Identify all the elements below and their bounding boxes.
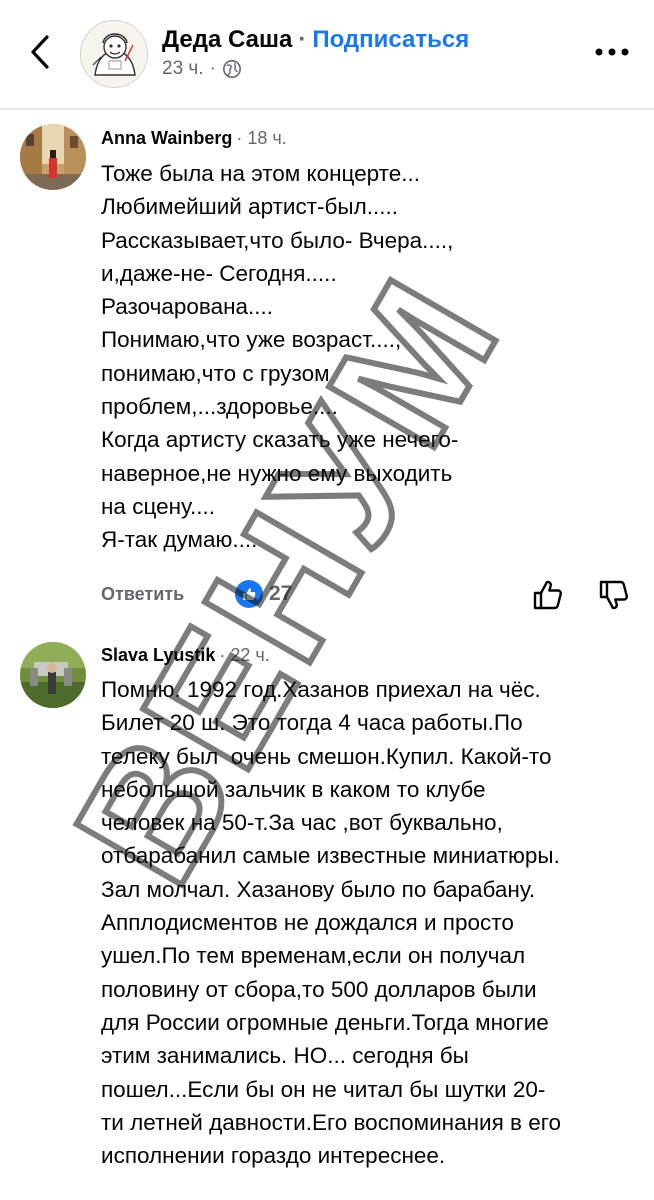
globe-icon [222, 60, 241, 78]
more-options-button[interactable] [592, 38, 632, 66]
upvote-button[interactable] [531, 578, 565, 612]
comment-author-row: Slava Lyustik · 22 ч. [101, 645, 270, 666]
comment-text: Тоже была на этом концерте... Любимейший… [101, 161, 459, 553]
comment-actions: Ответить 27 [101, 578, 641, 612]
back-button[interactable] [22, 30, 58, 74]
header-divider [0, 108, 654, 110]
thumb-down-icon [599, 580, 628, 610]
chevron-left-icon [31, 35, 49, 69]
reaction-summary[interactable]: 27 [235, 580, 292, 608]
commenter-avatar[interactable] [20, 642, 86, 708]
post-meta: 23 ч. · [162, 58, 242, 80]
commenter-avatar[interactable] [20, 124, 86, 190]
page-title-row: Деда Саша · Подписаться [162, 26, 469, 54]
subscribe-button[interactable]: Подписаться [312, 26, 469, 53]
like-icon [235, 580, 263, 608]
comment-author[interactable]: Slava Lyustik [101, 645, 215, 665]
comment-author-row: Anna Wainberg · 18 ч. [101, 128, 287, 149]
more-dots-icon [595, 48, 629, 56]
page-name[interactable]: Деда Саша [162, 26, 292, 53]
comment-time[interactable]: · 22 ч. [219, 645, 269, 665]
page-avatar[interactable] [80, 20, 148, 88]
comment-author[interactable]: Anna Wainberg [101, 128, 232, 148]
comment-time[interactable]: · 18 ч. [236, 128, 286, 148]
comment-text: Помню. 1992 год.Хазанов приехал на чёс. … [101, 677, 561, 1169]
reaction-count: 27 [269, 582, 293, 605]
post-time[interactable]: 23 ч. [162, 58, 204, 80]
post-header: Деда Саша · Подписаться 23 ч. · [0, 0, 654, 110]
title-separator: · [298, 26, 307, 53]
reply-button[interactable]: Ответить [101, 584, 184, 605]
downvote-button[interactable] [597, 578, 631, 612]
thumb-up-icon [533, 580, 562, 610]
